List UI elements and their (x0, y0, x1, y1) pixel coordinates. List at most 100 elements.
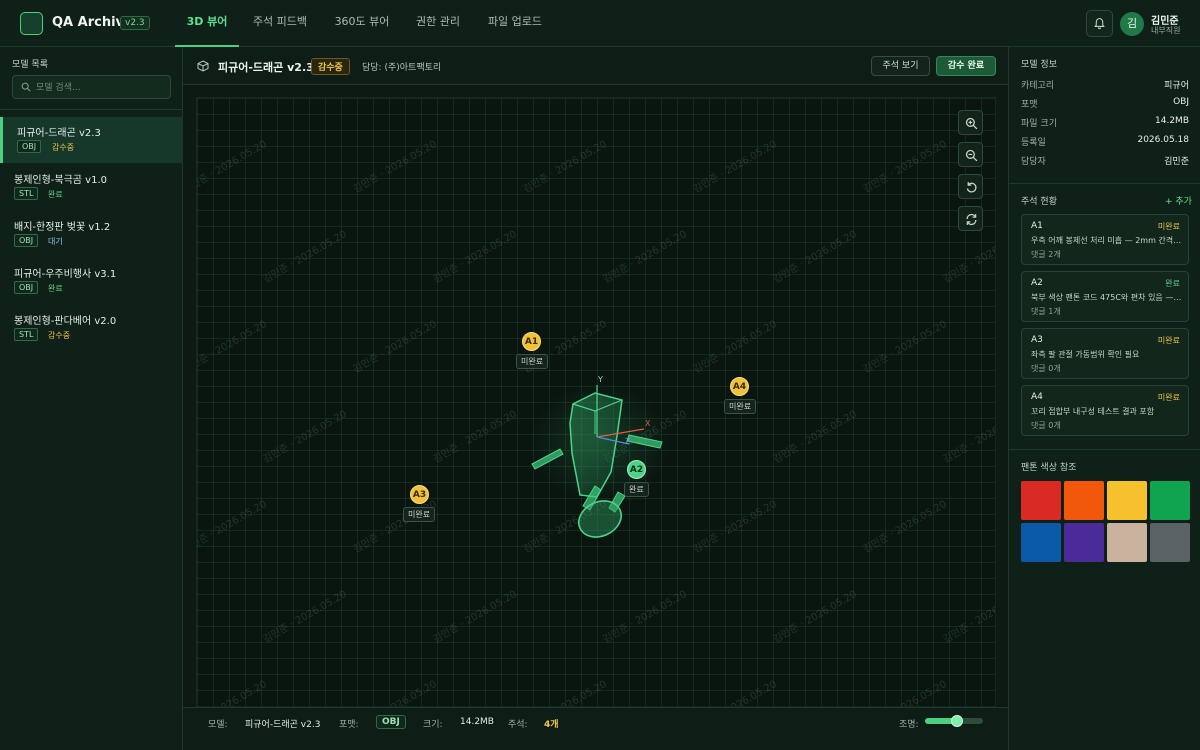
model-sidebar: 모델 목록 피규어-드래곤 v2.3 OBJ 감수중 봉제인형-북극곰 v1.0… (0, 47, 183, 750)
info-row-format: 포맷 OBJ (1021, 97, 1189, 113)
axis-y-label: Y (597, 375, 603, 384)
format-badge: OBJ (17, 140, 42, 153)
viewer-status-bar: 모델: 피규어-드래곤 v2.3 포맷: OBJ 크기: 14.2MB 주석: … (183, 707, 1008, 750)
marker-label: 완료 (624, 482, 649, 497)
search-icon (21, 82, 31, 92)
annotation-replies: 댓글 0개 (1031, 421, 1061, 430)
info-key: 등록일 (1021, 138, 1046, 148)
pantone-title: 팬톤 색상 참조 (1021, 463, 1077, 473)
annotation-replies: 댓글 0개 (1031, 364, 1061, 373)
top-bar: QA Archive v2.3 3D 뷰어 주석 피드백 360도 뷰어 권한 … (0, 0, 1200, 47)
zoom-out-button[interactable] (958, 142, 983, 167)
annotation-status: 미완료 (1157, 393, 1180, 402)
annotation-card-a4[interactable]: A4 미완료 꼬리 접합부 내구성 테스트 결과 포함 댓글 0개 (1021, 385, 1189, 436)
notifications-button[interactable] (1086, 10, 1113, 37)
panel-divider (1009, 449, 1200, 450)
annotation-card-a3[interactable]: A3 미완료 좌측 팔 관절 가동범위 확인 필요 댓글 0개 (1021, 328, 1189, 379)
pantone-swatch[interactable] (1021, 481, 1061, 520)
model-item-polar-bear[interactable]: 봉제인형-북극곰 v1.0 STL 완료 (0, 164, 183, 210)
tab-file-upload[interactable]: 파일 업로드 (480, 0, 550, 47)
model-render: Y X Z (530, 375, 670, 538)
version-badge: v2.3 (120, 16, 150, 30)
info-row-file-size: 파일 크기 14.2MB (1021, 116, 1189, 132)
model-item-badge-cherry[interactable]: 배지-한정판 벚꽃 v1.2 OBJ 대기 (0, 211, 183, 257)
lighting-slider-handle[interactable] (950, 715, 963, 727)
zoom-out-icon (965, 149, 978, 162)
bell-icon (1094, 18, 1105, 30)
model-item-name: 배지-한정판 벚꽃 v1.2 (14, 222, 111, 233)
pantone-swatch[interactable] (1107, 481, 1147, 520)
status-model-value: 피규어-드래곤 v2.3 (245, 720, 321, 730)
model-item-panda[interactable]: 봉제인형-판다베어 v2.0 STL 감수중 (0, 305, 183, 351)
model-status: 감수중 (52, 143, 75, 152)
search-input[interactable] (36, 79, 166, 96)
pantone-swatch[interactable] (1064, 523, 1104, 562)
rotate-button[interactable] (958, 206, 983, 231)
reset-view-button[interactable] (958, 174, 983, 199)
info-key: 카테고리 (1021, 81, 1055, 91)
app-logo (20, 12, 43, 35)
info-value: 김민준 (1164, 157, 1189, 167)
lighting-slider[interactable] (925, 715, 983, 727)
add-annotation-button[interactable]: + 추가 (1165, 194, 1192, 207)
marker-label: 미완료 (516, 354, 549, 369)
cube-icon (197, 60, 209, 72)
3d-viewport[interactable]: 김민준 · 2026.05.20 김민준 · 2026.05.20 김민준 · 20… (196, 97, 996, 707)
tab-permissions[interactable]: 권한 관리 (407, 0, 469, 47)
owner-text: 담당: (주)아트팩토리 (362, 63, 442, 73)
annotation-id: A1 (1031, 221, 1043, 231)
model-item-name: 봉제인형-판다베어 v2.0 (14, 316, 117, 327)
annotation-card-a1[interactable]: A1 미완료 우측 어깨 봉제선 처리 미흡 — 2mm 간격 조정 댓글 2개 (1021, 214, 1189, 265)
pantone-swatch[interactable] (1064, 481, 1104, 520)
model-item-astronaut[interactable]: 피규어-우주비행사 v3.1 OBJ 완료 (0, 258, 183, 304)
info-key: 파일 크기 (1021, 119, 1057, 129)
pantone-swatch[interactable] (1150, 523, 1190, 562)
format-badge: STL (14, 187, 39, 200)
format-badge: OBJ (14, 234, 39, 247)
pantone-swatch[interactable] (1107, 523, 1147, 562)
annotation-status: 미완료 (1157, 336, 1180, 345)
axis-x-label: X (645, 419, 651, 428)
model-status: 대기 (48, 237, 63, 246)
tab-3d-viewer[interactable]: 3D 뷰어 (175, 0, 239, 47)
annotation-text: 우측 어깨 봉제선 처리 미흡 — 2mm 간격 조정 (1031, 236, 1183, 245)
tab-annotation-feedback[interactable]: 주석 피드백 (244, 0, 316, 47)
status-model-label: 모델: (208, 720, 228, 730)
annotation-id: A4 (1031, 392, 1043, 402)
viewer-model-title: 피규어-드래곤 v2.3 (218, 61, 314, 74)
model-item-name: 피규어-드래곤 v2.3 (17, 128, 101, 139)
model-item-name: 피규어-우주비행사 v3.1 (14, 269, 117, 280)
model-info-title: 모델 정보 (1021, 60, 1057, 70)
complete-review-button[interactable]: 감수 완료 (936, 56, 996, 76)
model-status: 완료 (48, 190, 63, 199)
lighting-label: 조명: (899, 720, 919, 730)
annotation-marker-a3[interactable]: A3 (410, 485, 429, 504)
zoom-in-button[interactable] (958, 110, 983, 135)
annotation-card-a2[interactable]: A2 완료 북부 색상 팬톤 코드 475C와 편차 있음 — 확인 댓글 1개 (1021, 271, 1189, 322)
format-badge: STL (14, 328, 39, 341)
info-value: 14.2MB (1155, 116, 1189, 126)
zoom-in-icon (965, 117, 978, 130)
status-annotation-count: 4개 (544, 720, 559, 730)
status-format-label: 포맷: (339, 720, 359, 730)
refresh-icon (966, 213, 977, 226)
user-role: 내부직원 (1151, 26, 1181, 35)
sidebar-divider (0, 109, 183, 110)
pantone-swatch[interactable] (1021, 523, 1061, 562)
pantone-swatch[interactable] (1150, 481, 1190, 520)
info-row-manager: 담당자 김민준 (1021, 154, 1189, 170)
show-annotations-button[interactable]: 주석 보기 (871, 56, 930, 76)
detail-panel: 모델 정보 카테고리 피규어 포맷 OBJ 파일 크기 14.2MB 등록일 2… (1008, 47, 1200, 750)
model-item-dragon[interactable]: 피규어-드래곤 v2.3 OBJ 감수중 (0, 117, 183, 163)
annotation-marker-a4[interactable]: A4 (730, 377, 749, 396)
annotation-marker-a1[interactable]: A1 (522, 332, 541, 351)
annotation-text: 꼬리 접합부 내구성 테스트 결과 포함 (1031, 407, 1155, 416)
viewer-header: 피규어-드래곤 v2.3 감수중 담당: (주)아트팩토리 주석 보기 감수 완… (183, 47, 1008, 85)
tab-360-viewer[interactable]: 360도 뷰어 (327, 0, 397, 47)
annotation-id: A3 (1031, 335, 1043, 345)
info-value: 피규어 (1164, 81, 1189, 91)
annotation-marker-a2[interactable]: A2 (627, 460, 646, 479)
undo-icon (966, 182, 977, 193)
status-format-value: OBJ (376, 715, 406, 729)
avatar[interactable]: 김 (1120, 12, 1144, 36)
